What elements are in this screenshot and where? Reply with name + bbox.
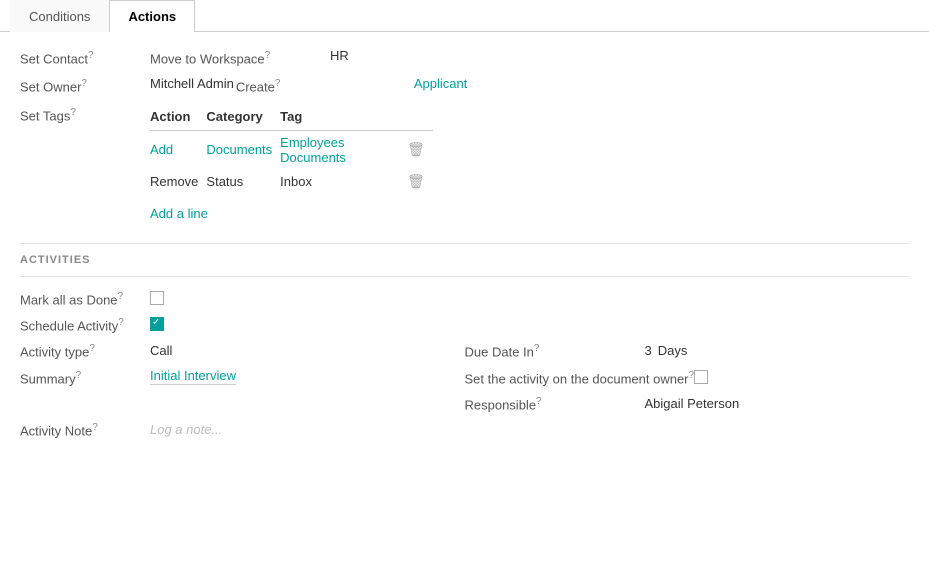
summary-value[interactable]: Initial Interview — [150, 368, 236, 385]
mark-all-done-row: Mark all as Done? — [20, 289, 909, 307]
set-tags-row: Set Tags? Action Category Tag Add — [20, 105, 909, 225]
summary-label: Summary? — [20, 368, 150, 386]
create-label: Create? — [236, 76, 414, 94]
add-line-button[interactable]: Add a line — [150, 206, 208, 221]
row1-tag[interactable]: Employees Documents — [280, 130, 407, 169]
tab-bar: Conditions Actions — [0, 0, 929, 32]
activities-section-title: ACTIVITIES — [20, 254, 909, 266]
tab-conditions[interactable]: Conditions — [10, 0, 109, 32]
row2-action: Remove — [150, 169, 206, 194]
activity-type-value: Call — [150, 343, 172, 358]
responsible-row: Responsible? Abigail Peterson — [20, 394, 909, 412]
tags-col-category: Category — [206, 105, 280, 131]
section-divider — [20, 243, 909, 244]
table-row: Add Documents Employees Documents 🗑 — [150, 130, 433, 169]
table-row: Remove Status Inbox 🗑 — [150, 169, 433, 194]
activity-note-placeholder[interactable]: Log a note... — [150, 422, 222, 437]
set-contact-label: Set Contact? — [20, 48, 150, 66]
move-to-workspace-value: HR — [330, 48, 349, 63]
row2-tag: Inbox — [280, 169, 407, 194]
tags-table: Action Category Tag Add Documents Employ… — [150, 105, 433, 194]
tags-col-tag: Tag — [280, 105, 407, 131]
schedule-activity-label: Schedule Activity? — [20, 315, 150, 333]
row2-category: Status — [206, 169, 280, 194]
row1-category[interactable]: Documents — [206, 130, 280, 169]
move-to-workspace-label: Move to Workspace? — [150, 48, 330, 66]
activity-type-row: Activity type? Call Due Date In? 3 Days — [20, 341, 909, 359]
set-tags-label: Set Tags? — [20, 105, 150, 123]
tags-col-action: Action — [150, 105, 206, 131]
main-content: Set Contact? Move to Workspace? HR Set O… — [0, 32, 929, 465]
set-owner-label: Set Owner? — [20, 76, 150, 94]
summary-row: Summary? Initial Interview Set the activ… — [20, 368, 909, 386]
set-contact-row: Set Contact? Move to Workspace? HR — [20, 48, 909, 66]
set-owner-value: Mitchell Admin — [150, 76, 234, 91]
activity-type-label: Activity type? — [20, 341, 150, 359]
due-date-in-label: Due Date In? — [465, 341, 645, 359]
schedule-activity-row: Schedule Activity? — [20, 315, 909, 333]
row1-action[interactable]: Add — [150, 130, 206, 169]
delete-row1-icon[interactable]: 🗑 — [407, 141, 425, 157]
activities-underline — [20, 276, 909, 277]
delete-row2-icon[interactable]: 🗑 — [407, 173, 425, 189]
schedule-activity-checkbox[interactable] — [150, 317, 164, 331]
activity-note-row: Activity Note? Log a note... — [20, 420, 909, 438]
set-activity-owner-checkbox[interactable] — [694, 370, 708, 384]
due-date-in-unit: Days — [658, 343, 688, 358]
responsible-label: Responsible? — [465, 394, 645, 412]
tab-actions[interactable]: Actions — [109, 0, 195, 32]
due-date-in-value: 3 — [645, 343, 652, 358]
mark-all-done-label: Mark all as Done? — [20, 289, 150, 307]
set-activity-owner-label: Set the activity on the document owner? — [465, 368, 695, 386]
activity-note-label: Activity Note? — [20, 420, 150, 438]
create-value[interactable]: Applicant — [414, 76, 467, 91]
set-owner-row: Set Owner? Mitchell Admin Create? Applic… — [20, 76, 909, 94]
mark-all-done-checkbox[interactable] — [150, 291, 164, 305]
responsible-value: Abigail Peterson — [645, 396, 740, 411]
